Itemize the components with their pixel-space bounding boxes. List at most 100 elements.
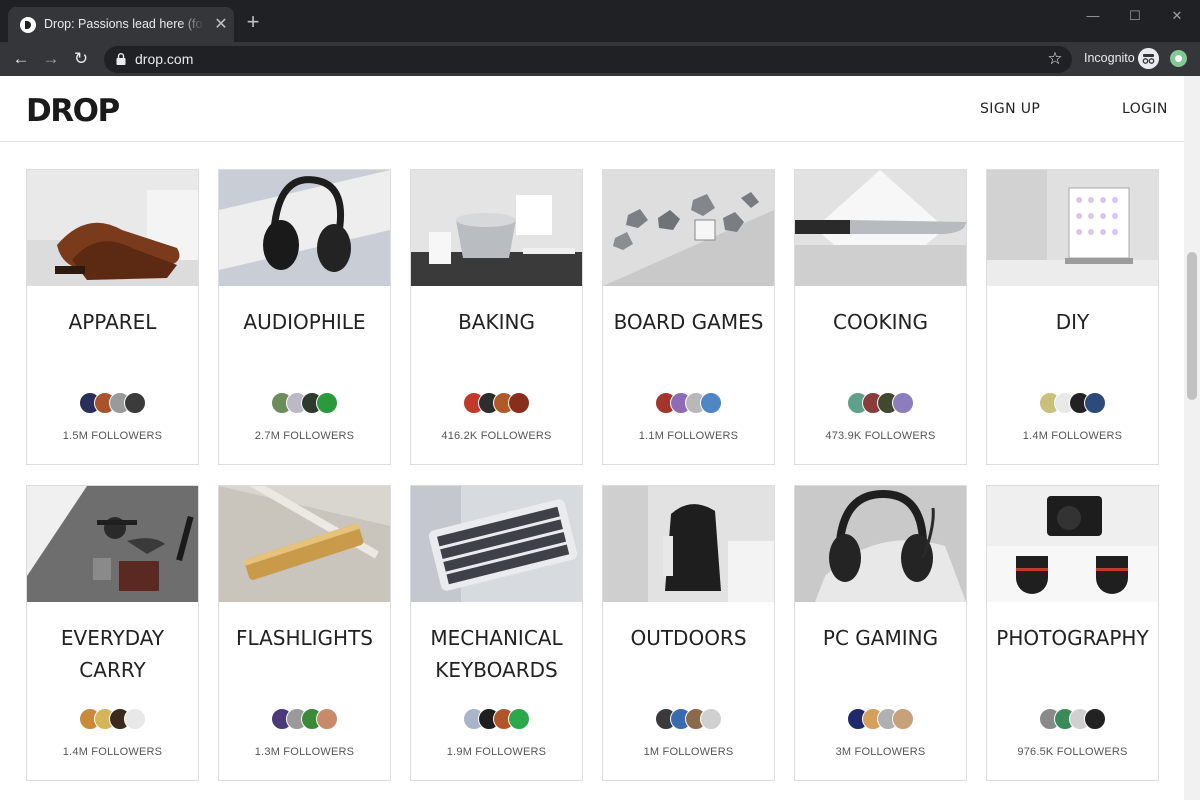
tab-title: Drop: Passions lead here (formerl (44, 17, 204, 33)
drop-logo[interactable]: DROP (26, 94, 154, 124)
community-title: BOARD GAMES (613, 310, 764, 334)
follower-avatars (987, 708, 1158, 732)
site-header: DROP SIGN UP LOGIN (0, 76, 1184, 142)
community-title: AUDIOPHILE (243, 310, 366, 334)
follower-count: 2.7M FOLLOWERS (254, 430, 355, 442)
community-title: COOKING (833, 310, 928, 334)
community-image (27, 170, 198, 286)
sign-up-link[interactable]: SIGN UP (980, 101, 1040, 117)
community-card[interactable]: AUDIOPHILE 2.7M FOLLOWERS (218, 169, 391, 465)
back-arrow-icon[interactable]: ← (9, 47, 33, 71)
follower-count: 1.9M FOLLOWERS (446, 746, 547, 758)
avatar (508, 708, 530, 730)
browser-tabstrip: Drop: Passions lead here (formerl ✕ + — … (0, 0, 1200, 42)
avatar (700, 708, 722, 730)
address-bar[interactable]: drop.com ☆ (104, 46, 1072, 73)
page-scrollbar[interactable] (1184, 76, 1200, 800)
url-text: drop.com (135, 51, 194, 67)
logo-text: DROP (26, 94, 119, 124)
follower-count: 1.1M FOLLOWERS (638, 430, 739, 442)
community-image (987, 170, 1158, 286)
follower-avatars (795, 708, 966, 732)
avatar (316, 392, 338, 414)
avatar (1084, 392, 1106, 414)
follower-count: 976.5K FOLLOWERS (1017, 746, 1128, 758)
community-image (411, 486, 582, 602)
drop-page: DROP SIGN UP LOGIN APPAREL 1.5M FOLLOWERS… (0, 76, 1200, 800)
minimize-icon[interactable]: — (1081, 6, 1105, 26)
community-card[interactable]: DIY 1.4M FOLLOWERS (986, 169, 1159, 465)
follower-count: 3M FOLLOWERS (835, 746, 926, 758)
follower-count: 1.5M FOLLOWERS (62, 430, 163, 442)
forward-arrow-icon[interactable]: → (39, 47, 63, 71)
follower-avatars (27, 392, 198, 416)
follower-avatars (411, 708, 582, 732)
community-card[interactable]: OUTDOORS 1M FOLLOWERS (602, 485, 775, 781)
community-card[interactable]: PC GAMING 3M FOLLOWERS (794, 485, 967, 781)
avatar (508, 392, 530, 414)
community-title: EVERYDAY CARRY (60, 626, 165, 682)
community-card[interactable]: EVERYDAY CARRY 1.4M FOLLOWERS (26, 485, 199, 781)
follower-count: 1.3M FOLLOWERS (254, 746, 355, 758)
incognito-icon[interactable] (1138, 48, 1159, 69)
community-card[interactable]: PHOTOGRAPHY 976.5K FOLLOWERS (986, 485, 1159, 781)
community-card[interactable]: BOARD GAMES 1.1M FOLLOWERS (602, 169, 775, 465)
community-title: FLASHLIGHTS (235, 626, 373, 650)
community-card[interactable]: MECHANICAL KEYBOARDS 1.9M FOLLOWERS (410, 485, 583, 781)
community-image (603, 170, 774, 286)
community-image (795, 486, 966, 602)
community-card[interactable]: BAKING 416.2K FOLLOWERS (410, 169, 583, 465)
community-title: OUTDOORS (630, 626, 747, 650)
avatar (892, 392, 914, 414)
community-image (27, 486, 198, 602)
follower-avatars (603, 708, 774, 732)
community-image (603, 486, 774, 602)
community-title: MECHANICAL KEYBOARDS (430, 626, 563, 682)
login-link[interactable]: LOGIN (1122, 101, 1168, 117)
community-title: APPAREL (68, 310, 157, 334)
scrollbar-thumb[interactable] (1187, 252, 1197, 400)
avatar (316, 708, 338, 730)
community-title: DIY (1055, 310, 1090, 334)
community-card[interactable]: FLASHLIGHTS 1.3M FOLLOWERS (218, 485, 391, 781)
close-window-icon[interactable]: ✕ (1165, 6, 1189, 26)
follower-avatars (795, 392, 966, 416)
lock-icon (116, 53, 126, 65)
drop-favicon-icon (20, 17, 36, 33)
community-title: PC GAMING (822, 626, 939, 650)
browser-tab[interactable]: Drop: Passions lead here (formerl ✕ (8, 7, 234, 42)
community-image (795, 170, 966, 286)
avatar (124, 392, 146, 414)
incognito-label: Incognito (1084, 51, 1135, 65)
follower-avatars (411, 392, 582, 416)
maximize-icon[interactable]: ☐ (1123, 6, 1147, 26)
extension-icon[interactable] (1170, 50, 1187, 67)
follower-avatars (603, 392, 774, 416)
avatar (700, 392, 722, 414)
community-title: PHOTOGRAPHY (996, 626, 1149, 650)
follower-avatars (27, 708, 198, 732)
follower-count: 1.4M FOLLOWERS (1022, 430, 1123, 442)
follower-avatars (219, 392, 390, 416)
tab-close-icon[interactable]: ✕ (212, 16, 230, 34)
community-image (411, 170, 582, 286)
avatar (892, 708, 914, 730)
community-image (219, 170, 390, 286)
follower-count: 1M FOLLOWERS (643, 746, 734, 758)
community-card[interactable]: COOKING 473.9K FOLLOWERS (794, 169, 967, 465)
follower-count: 1.4M FOLLOWERS (62, 746, 163, 758)
follower-count: 473.9K FOLLOWERS (825, 430, 936, 442)
new-tab-button[interactable]: + (242, 11, 264, 34)
follower-count: 416.2K FOLLOWERS (441, 430, 552, 442)
follower-avatars (219, 708, 390, 732)
community-image (219, 486, 390, 602)
follower-avatars (987, 392, 1158, 416)
avatar (1084, 708, 1106, 730)
reload-icon[interactable]: ↻ (69, 47, 93, 71)
browser-toolbar: ← → ↻ drop.com ☆ Incognito (0, 42, 1200, 76)
community-title: BAKING (458, 310, 535, 334)
community-card[interactable]: APPAREL 1.5M FOLLOWERS (26, 169, 199, 465)
community-image (987, 486, 1158, 602)
avatar (124, 708, 146, 730)
bookmark-star-icon[interactable]: ☆ (1044, 48, 1066, 70)
